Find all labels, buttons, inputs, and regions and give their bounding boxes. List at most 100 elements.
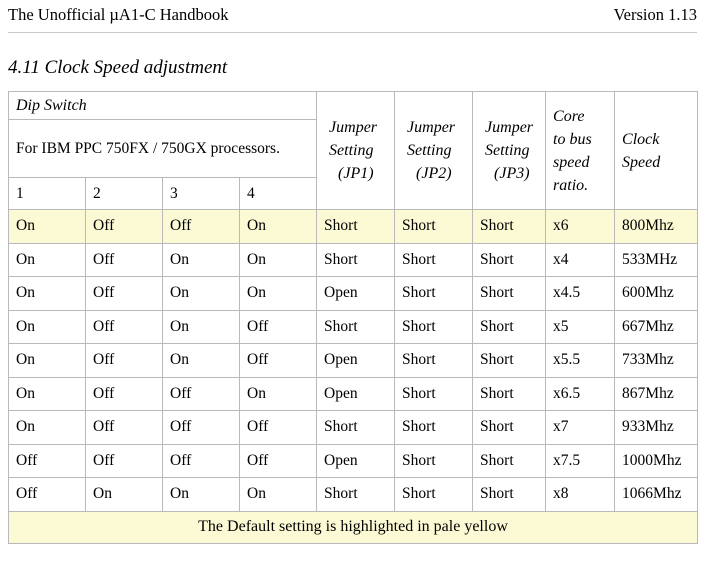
ratio-line3: speed [553, 153, 590, 171]
cell-jp2: Short [394, 309, 474, 344]
cell-dip4: On [238, 477, 318, 512]
cell-dip4: Off [238, 443, 318, 478]
cell-dip1: Off [8, 443, 86, 478]
cell-dip3: Off [162, 376, 240, 411]
cell-ratio: x4.5 [545, 276, 616, 311]
cell-dip4: On [238, 209, 318, 244]
cell-clock: 533MHz [614, 242, 699, 277]
cell-clock: 800Mhz [614, 209, 699, 244]
cell-jp3: Short [472, 209, 547, 244]
cell-jp3: Short [472, 276, 547, 311]
cell-jp3: Short [472, 443, 547, 478]
table-row: On Off Off On Open Short Short x6.5 867M… [8, 376, 699, 411]
cell-dip4: Off [238, 309, 318, 344]
cell-jp2: Short [394, 443, 474, 478]
cell-clock: 733Mhz [614, 343, 699, 378]
section-heading: 4.11 Clock Speed adjustment [8, 57, 228, 78]
cell-dip2: Off [85, 343, 163, 378]
jumper-jp3-header: Jumper Setting (JP3) [472, 91, 547, 210]
cell-jp3: Short [472, 242, 547, 277]
clock-line2: Speed [622, 153, 661, 171]
cell-dip2: Off [85, 376, 163, 411]
cell-dip3: On [162, 343, 240, 378]
cell-jp1: Open [316, 443, 396, 478]
table-row: On Off Off Off Short Short Short x7 933M… [8, 410, 699, 445]
jp2-line1: Jumper [407, 119, 456, 136]
cell-dip1: On [8, 410, 86, 445]
cell-dip3: On [162, 276, 240, 311]
cell-dip4: Off [238, 343, 318, 378]
jumper-jp1-header: Jumper Setting (JP1) [316, 91, 396, 210]
cell-dip1: On [8, 209, 86, 244]
cell-dip3: On [162, 242, 240, 277]
cell-jp3: Short [472, 309, 547, 344]
jp3-line2: Setting [485, 142, 530, 159]
cell-jp3: Short [472, 343, 547, 378]
cell-dip2: Off [85, 443, 163, 478]
cell-jp2: Short [394, 376, 474, 411]
cell-jp3: Short [472, 376, 547, 411]
cell-clock: 600Mhz [614, 276, 699, 311]
cell-dip2: Off [85, 309, 163, 344]
jp1-line3: (JP1) [338, 165, 374, 182]
jp3-line1: Jumper [485, 119, 534, 136]
core-bus-ratio-header: Core to bus speed ratio. [545, 91, 616, 210]
table-row: On Off On Off Open Short Short x5.5 733M… [8, 343, 699, 378]
table-row: Off Off Off Off Open Short Short x7.5 10… [8, 443, 699, 478]
cell-ratio: x6.5 [545, 376, 616, 411]
cell-clock: 933Mhz [614, 410, 699, 445]
jp1-line1: Jumper [329, 119, 378, 136]
cell-jp2: Short [394, 242, 474, 277]
ratio-line4: ratio. [553, 176, 589, 194]
clock-speed-table: Dip Switch Jumper Setting (JP1) Jumper S… [7, 91, 699, 544]
cell-ratio: x5.5 [545, 343, 616, 378]
cell-jp2: Short [394, 477, 474, 512]
cell-dip4: On [238, 276, 318, 311]
document-page: The Unofficial µA1-C Handbook Version 1.… [0, 0, 705, 564]
jumper-jp2-header: Jumper Setting (JP2) [394, 91, 474, 210]
cell-dip3: On [162, 309, 240, 344]
handbook-title: The Unofficial µA1-C Handbook [8, 5, 229, 24]
dip-number-3: 3 [162, 177, 240, 210]
cell-dip2: Off [85, 242, 163, 277]
cell-ratio: x8 [545, 477, 616, 512]
cell-ratio: x7.5 [545, 443, 616, 478]
cell-dip1: On [8, 309, 86, 344]
cell-dip2: On [85, 477, 163, 512]
default-setting-note: The Default setting is highlighted in pa… [7, 510, 699, 544]
handbook-version: Version 1.13 [613, 5, 697, 24]
cell-dip3: On [162, 477, 240, 512]
cell-jp1: Short [316, 477, 396, 512]
jp3-line3: (JP3) [494, 165, 530, 182]
cell-clock: 867Mhz [614, 376, 699, 411]
cell-jp2: Short [394, 410, 474, 445]
cell-dip1: On [8, 376, 86, 411]
cell-clock: 1066Mhz [614, 477, 699, 512]
table-body: Dip Switch Jumper Setting (JP1) Jumper S… [7, 91, 699, 544]
table-row: On Off On Off Short Short Short x5 667Mh… [8, 309, 699, 344]
dip-switch-group-header: Dip Switch [7, 91, 318, 120]
cell-ratio: x6 [545, 209, 616, 244]
table-row: Off On On On Short Short Short x8 1066Mh… [8, 477, 699, 512]
cell-dip4: On [238, 376, 318, 411]
cell-jp1: Short [316, 309, 396, 344]
cell-dip1: On [8, 242, 86, 277]
clock-speed-header: Clock Speed [614, 91, 699, 210]
cell-jp1: Open [316, 276, 396, 311]
cell-jp1: Short [316, 410, 396, 445]
cell-jp2: Short [394, 209, 474, 244]
table-row: On Off Off On Short Short Short x6 800Mh… [8, 209, 699, 244]
clock-line1: Clock [622, 130, 660, 148]
running-header: The Unofficial µA1-C Handbook Version 1.… [8, 5, 697, 33]
cell-jp1: Short [316, 209, 396, 244]
jp2-line3: (JP2) [416, 165, 452, 182]
cell-dip3: Off [162, 410, 240, 445]
cell-jp3: Short [472, 477, 547, 512]
cell-jp3: Short [472, 410, 547, 445]
ratio-line1: Core [553, 107, 585, 125]
cell-dip3: Off [162, 209, 240, 244]
cell-ratio: x5 [545, 309, 616, 344]
dip-number-1: 1 [8, 177, 86, 210]
table-row: On Off On On Short Short Short x4 533MHz [8, 242, 699, 277]
cell-dip2: Off [85, 410, 163, 445]
